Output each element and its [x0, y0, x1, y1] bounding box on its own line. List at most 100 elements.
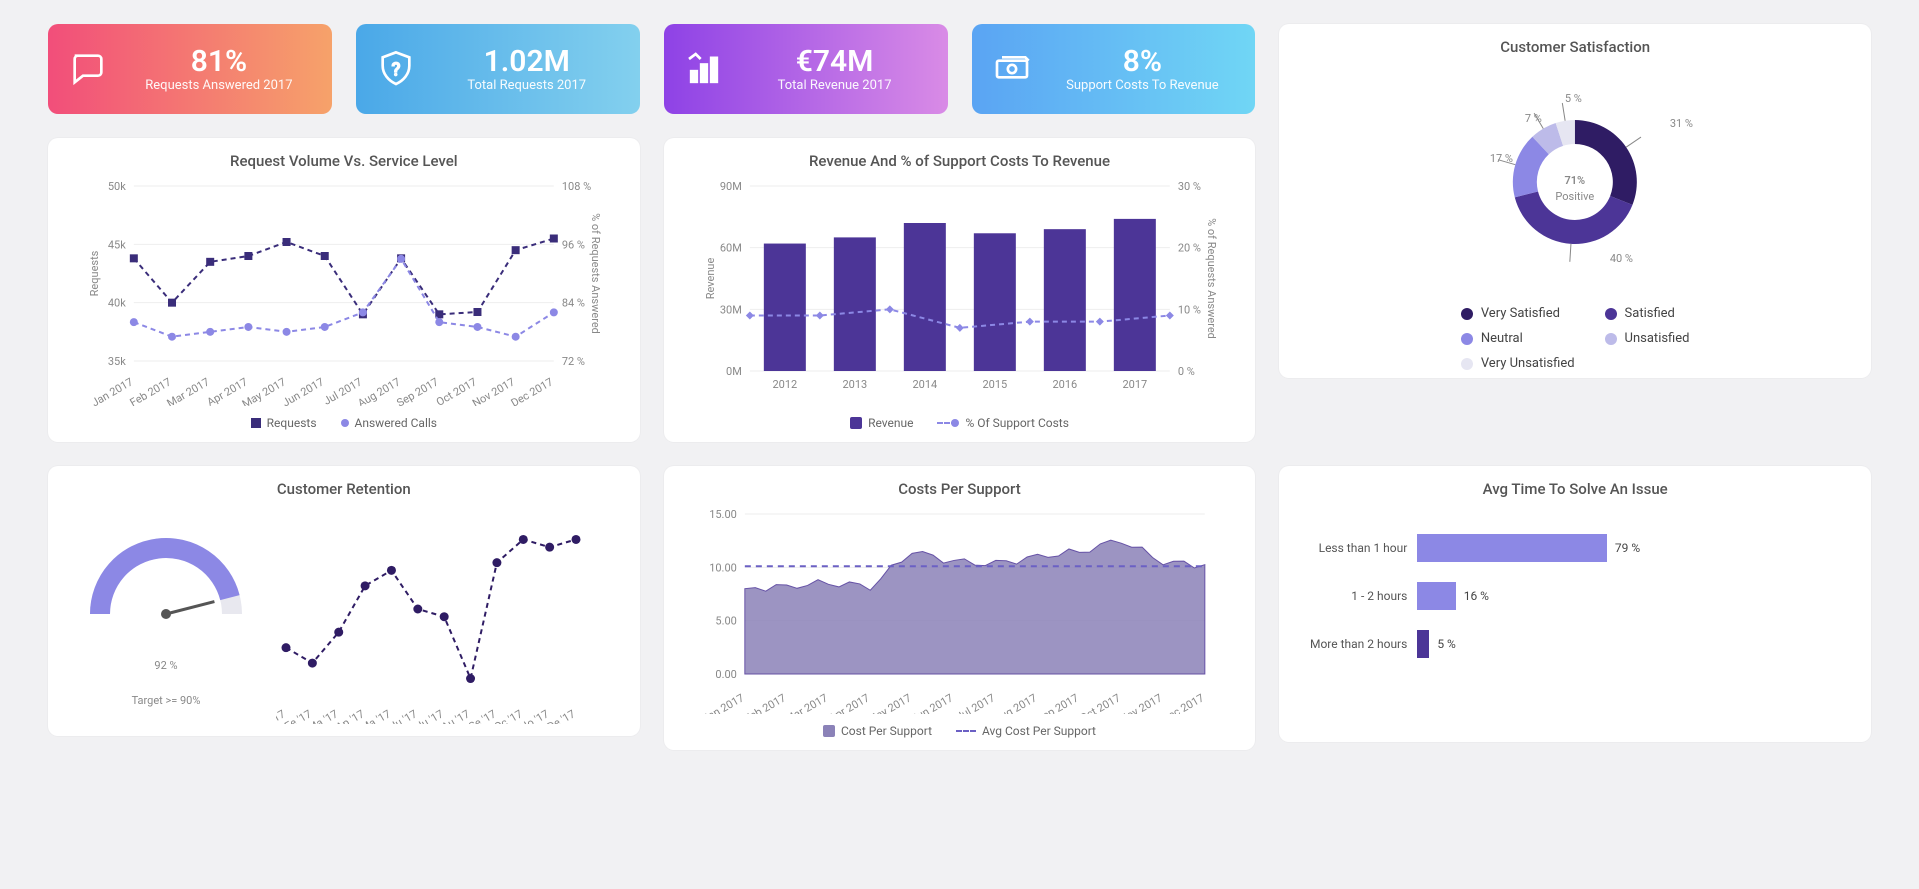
svg-text:2014: 2014	[912, 378, 937, 391]
legend-item: Answered Calls	[341, 416, 437, 430]
satisfaction-legend: Very Satisfied Satisfied Neutral Unsatis…	[1297, 296, 1853, 371]
svg-text:Target >= 90%: Target >= 90%	[132, 694, 201, 707]
svg-text:% of Requests Answered: % of Requests Answered	[1204, 218, 1217, 339]
hbar-label: Less than 1 hour	[1297, 541, 1407, 555]
svg-text:35k: 35k	[108, 355, 126, 368]
legend-item: Very Satisfied	[1461, 306, 1575, 321]
kpi-requests-answered: 81% Requests Answered 2017	[48, 24, 332, 114]
chart-title: Customer Satisfaction	[1297, 38, 1853, 56]
svg-text:% of Requests Answered: % of Requests Answered	[589, 213, 602, 334]
legend-item: Cost Per Support	[823, 724, 932, 738]
legend-item: Requests	[251, 416, 317, 430]
svg-text:2015: 2015	[982, 378, 1007, 391]
barchart-icon	[682, 47, 726, 91]
svg-text:84 %: 84 %	[562, 297, 585, 310]
svg-text:0 %: 0 %	[1177, 365, 1194, 378]
svg-text:2013: 2013	[842, 378, 867, 391]
svg-text:60M: 60M	[720, 242, 742, 255]
svg-text:Sep 2017: Sep 2017	[1034, 691, 1080, 714]
svg-text:May 2017: May 2017	[865, 691, 913, 714]
svg-text:71%: 71%	[1565, 174, 1586, 187]
svg-text:Dec 2017: Dec 2017	[509, 375, 556, 406]
svg-text:Jan 2017: Jan 2017	[89, 375, 135, 406]
kpi-label: Requests Answered 2017	[124, 78, 314, 93]
chart-retention-line: Ja '17Fe '17Ma '17Ap '17Ma '17Ju '17Ju '…	[276, 504, 586, 724]
kpi-support-costs: 8% Support Costs To Revenue	[972, 24, 1256, 114]
svg-text:5.00: 5.00	[715, 615, 736, 628]
svg-text:Dec 2017: Dec 2017	[1159, 691, 1206, 714]
svg-text:20 %: 20 %	[1177, 242, 1200, 255]
svg-text:2017: 2017	[1122, 378, 1147, 391]
col-2: €74M Total Revenue 2017 8% Support Costs…	[664, 24, 1256, 442]
legend-item: Satisfied	[1605, 306, 1690, 321]
svg-text:Sep 2017: Sep 2017	[394, 375, 440, 406]
legend-item: % Of Support Costs	[937, 416, 1068, 430]
svg-text:Mar 2017: Mar 2017	[783, 691, 830, 714]
kpi-value: 1.02M	[432, 45, 622, 78]
svg-text:10 %: 10 %	[1177, 303, 1200, 316]
col-1: 81% Requests Answered 2017 ? 1.02M Total…	[48, 24, 640, 442]
col-3: Customer Satisfaction 31 %40 %17 %7 %5 %…	[1279, 24, 1871, 442]
svg-text:Jun 2017: Jun 2017	[909, 691, 955, 714]
svg-text:2012: 2012	[772, 378, 797, 391]
svg-text:108 %: 108 %	[562, 180, 591, 193]
hbar-label: 1 - 2 hours	[1297, 589, 1407, 603]
svg-text:May 2017: May 2017	[240, 375, 288, 406]
chart-satisfaction: 31 %40 %17 %7 %5 %71%Positive	[1297, 62, 1853, 292]
chart-revenue-support: 0M30M60M90M0 %10 %20 %30 %Revenue% of Re…	[682, 176, 1238, 406]
svg-text:Jun 2017: Jun 2017	[280, 375, 326, 406]
chart-costs: 0.005.0010.0015.00Jan 2017Feb 2017Mar 20…	[682, 504, 1238, 714]
svg-text:31 %: 31 %	[1670, 117, 1693, 130]
hbar	[1417, 534, 1607, 562]
dashboard-grid: 81% Requests Answered 2017 ? 1.02M Total…	[48, 24, 1871, 750]
svg-text:Positive: Positive	[1556, 190, 1595, 203]
svg-text:?: ?	[391, 60, 400, 81]
svg-text:2016: 2016	[1052, 378, 1077, 391]
chat-icon	[66, 47, 110, 91]
svg-text:50k: 50k	[108, 180, 126, 193]
card-request-volume: Request Volume Vs. Service Level 35k 40k 4…	[48, 138, 640, 442]
legend-item: Avg Cost Per Support	[956, 724, 1096, 738]
svg-text:72 %: 72 %	[562, 355, 585, 368]
col-1b: Customer Retention 92 % Target >= 90% Ja …	[48, 466, 640, 750]
hbar-value: 79 %	[1615, 541, 1640, 555]
card-time-to-solve: Avg Time To Solve An Issue Less than 1 h…	[1279, 466, 1871, 742]
money-icon	[990, 47, 1034, 91]
hbar	[1417, 630, 1429, 658]
card-satisfaction: Customer Satisfaction 31 %40 %17 %7 %5 %…	[1279, 24, 1871, 378]
svg-text:5 %: 5 %	[1565, 92, 1582, 105]
legend-item: Very Unsatisfied	[1461, 356, 1575, 371]
hbar-value: 16 %	[1464, 589, 1489, 603]
svg-text:45k: 45k	[108, 238, 126, 251]
kpi-label: Total Requests 2017	[432, 78, 622, 93]
svg-text:90M: 90M	[720, 180, 742, 193]
chart-title: Request Volume Vs. Service Level	[66, 152, 622, 170]
card-revenue-support: Revenue And % of Support Costs To Revenu…	[664, 138, 1256, 442]
svg-text:Jul 2017: Jul 2017	[954, 691, 997, 714]
chart-request-volume: 35k40k45k50k72 %84 %96 %108 %Jan 2017Feb…	[66, 176, 622, 406]
svg-text:30M: 30M	[720, 303, 742, 316]
kpi-row-2: €74M Total Revenue 2017 8% Support Costs…	[664, 24, 1256, 114]
kpi-value: 8%	[1048, 45, 1238, 78]
card-retention: Customer Retention 92 % Target >= 90% Ja …	[48, 466, 640, 736]
kpi-total-requests: ? 1.02M Total Requests 2017	[356, 24, 640, 114]
svg-text:92 %: 92 %	[154, 659, 177, 672]
svg-text:30 %: 30 %	[1177, 180, 1200, 193]
svg-text:15.00: 15.00	[709, 508, 737, 521]
chart-title: Customer Retention	[66, 480, 622, 498]
kpi-label: Support Costs To Revenue	[1048, 78, 1238, 93]
svg-text:17 %: 17 %	[1490, 152, 1513, 165]
svg-text:40k: 40k	[108, 297, 126, 310]
kpi-label: Total Revenue 2017	[740, 78, 930, 93]
svg-text:Feb 2017: Feb 2017	[742, 691, 788, 714]
svg-text:Jan 2017: Jan 2017	[700, 691, 746, 714]
svg-text:Apr 2017: Apr 2017	[826, 691, 871, 714]
svg-text:Requests: Requests	[88, 250, 101, 296]
hbar-value: 5 %	[1437, 637, 1456, 651]
col-3b: Avg Time To Solve An Issue Less than 1 h…	[1279, 466, 1871, 750]
col-2b: Costs Per Support 0.005.0010.0015.00Jan …	[664, 466, 1256, 750]
svg-text:Nov 2017: Nov 2017	[1117, 691, 1164, 714]
svg-text:Oct 2017: Oct 2017	[1077, 691, 1122, 714]
svg-text:Mar 2017: Mar 2017	[165, 375, 212, 406]
svg-text:Revenue: Revenue	[703, 258, 716, 300]
